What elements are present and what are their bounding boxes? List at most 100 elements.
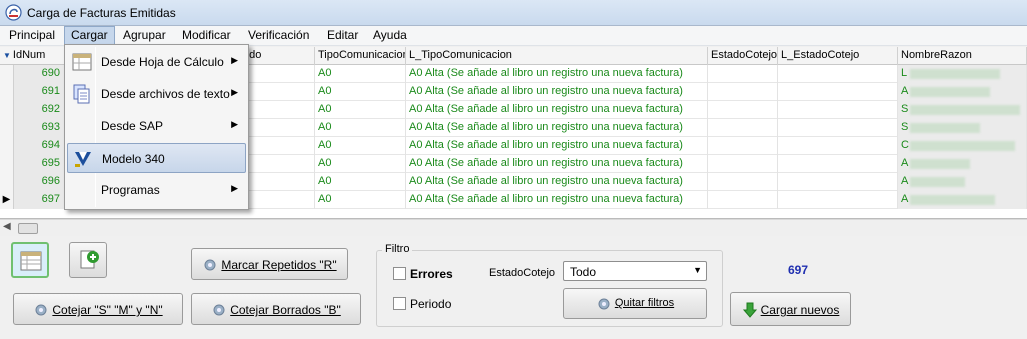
redacted-text bbox=[910, 141, 1015, 151]
row-selector-current[interactable]: ▶ bbox=[0, 191, 14, 209]
cell-l-estadocotejo bbox=[778, 83, 898, 101]
cotejar-borrados-button[interactable]: Cotejar Borrados "B" bbox=[191, 293, 361, 325]
spreadsheet-icon bbox=[20, 251, 42, 271]
column-header-idnum[interactable]: ▼ IdNum bbox=[0, 47, 65, 65]
cell-idnum: 694 bbox=[14, 137, 65, 155]
cell-nombrerazon: S bbox=[898, 101, 1027, 119]
estadocotejo-select[interactable]: Todo ▼ bbox=[563, 261, 707, 281]
cell-l-tipocomunicacion: A0 Alta (Se añade al libro un registro u… bbox=[406, 65, 708, 83]
cell-estadocotejo bbox=[708, 101, 778, 119]
row-selector[interactable] bbox=[0, 65, 14, 83]
cell-l-tipocomunicacion: A0 Alta (Se añade al libro un registro u… bbox=[406, 155, 708, 173]
row-selector[interactable] bbox=[0, 101, 14, 119]
cell-nombrerazon: C bbox=[898, 137, 1027, 155]
cell-l-tipocomunicacion: A0 Alta (Se añade al libro un registro u… bbox=[406, 101, 708, 119]
filter-group-title: Filtro bbox=[382, 243, 413, 255]
submenu-arrow-icon: ▶ bbox=[231, 119, 238, 129]
cell-nombrerazon: A bbox=[898, 155, 1027, 173]
app-logo-icon bbox=[5, 4, 22, 21]
gear-icon bbox=[213, 304, 225, 316]
scrollbar-thumb[interactable] bbox=[18, 223, 38, 234]
column-header-nombrerazon[interactable]: NombreRazon bbox=[898, 47, 1027, 65]
add-document-button[interactable] bbox=[69, 242, 107, 278]
cargar-dropdown-menu: Desde Hoja de Cálculo ▶ Desde archivos d… bbox=[64, 44, 249, 210]
bottom-panel: Marcar Repetidos "R" Cotejar "S" "M" y "… bbox=[0, 237, 1027, 339]
menu-cargar[interactable]: Cargar bbox=[64, 26, 115, 45]
row-selector[interactable] bbox=[0, 155, 14, 173]
cell-nombrerazon: A bbox=[898, 191, 1027, 209]
grid-view-button[interactable] bbox=[11, 242, 49, 278]
marcar-repetidos-button[interactable]: Marcar Repetidos "R" bbox=[191, 248, 348, 280]
errores-label: Errores bbox=[410, 267, 453, 281]
cell-tipocomunicacion: A0 bbox=[315, 101, 406, 119]
row-selector[interactable] bbox=[0, 83, 14, 101]
window-title: Carga de Facturas Emitidas bbox=[27, 6, 176, 20]
menu-agrupar[interactable]: Agrupar bbox=[117, 26, 172, 45]
cell-l-tipocomunicacion: A0 Alta (Se añade al libro un registro u… bbox=[406, 173, 708, 191]
cell-l-estadocotejo bbox=[778, 119, 898, 137]
column-header-estadocotejo[interactable]: EstadoCotejo bbox=[708, 47, 778, 65]
periodo-label: Periodo bbox=[410, 297, 452, 311]
row-selector[interactable] bbox=[0, 173, 14, 191]
menu-editar[interactable]: Editar bbox=[321, 26, 364, 45]
cell-idnum: 697 bbox=[14, 191, 65, 209]
menu-item-modelo-340[interactable]: Modelo 340 bbox=[67, 143, 246, 173]
cell-l-estadocotejo bbox=[778, 155, 898, 173]
cell-l-tipocomunicacion: A0 Alta (Se añade al libro un registro u… bbox=[406, 191, 708, 209]
menu-verificacion[interactable]: Verificación bbox=[242, 26, 315, 45]
estadocotejo-value: Todo bbox=[570, 265, 597, 279]
menu-principal[interactable]: Principal bbox=[3, 26, 61, 45]
menu-item-desde-archivos-texto[interactable]: Desde archivos de texto ▶ bbox=[67, 79, 246, 109]
gear-icon bbox=[204, 259, 216, 271]
chevron-down-icon: ▼ bbox=[693, 265, 702, 275]
menu-item-programas[interactable]: Programas ▶ bbox=[67, 175, 246, 205]
column-header-l-tipocomunicacion[interactable]: L_TipoComunicacion bbox=[406, 47, 708, 65]
title-bar: Carga de Facturas Emitidas bbox=[0, 0, 1027, 26]
menu-ayuda[interactable]: Ayuda bbox=[367, 26, 413, 45]
cell-l-estadocotejo bbox=[778, 137, 898, 155]
cell-nombrerazon: A bbox=[898, 173, 1027, 191]
cell-l-tipocomunicacion: A0 Alta (Se añade al libro un registro u… bbox=[406, 119, 708, 137]
cell-estadocotejo bbox=[708, 137, 778, 155]
cell-tipocomunicacion: A0 bbox=[315, 137, 406, 155]
sort-arrow-icon: ▼ bbox=[3, 51, 11, 60]
scroll-left-icon[interactable]: ◀ bbox=[3, 221, 11, 232]
download-arrow-icon bbox=[742, 302, 757, 318]
cargar-nuevos-button[interactable]: Cargar nuevos bbox=[730, 292, 851, 326]
redacted-text bbox=[910, 87, 990, 97]
redacted-text bbox=[910, 195, 995, 205]
cell-tipocomunicacion: A0 bbox=[315, 173, 406, 191]
cell-l-estadocotejo bbox=[778, 173, 898, 191]
cell-tipocomunicacion: A0 bbox=[315, 191, 406, 209]
row-selector[interactable] bbox=[0, 119, 14, 137]
cell-idnum: 692 bbox=[14, 101, 65, 119]
submenu-arrow-icon: ▶ bbox=[231, 55, 238, 65]
cell-estadocotejo bbox=[708, 155, 778, 173]
cell-estadocotejo bbox=[708, 119, 778, 137]
column-header-l-estadocotejo[interactable]: L_EstadoCotejo bbox=[778, 47, 898, 65]
cotejar-smn-button[interactable]: Cotejar "S" "M" y "N" bbox=[13, 293, 183, 325]
cell-l-estadocotejo bbox=[778, 191, 898, 209]
errores-checkbox[interactable] bbox=[393, 267, 406, 280]
cell-estadocotejo bbox=[708, 65, 778, 83]
periodo-checkbox[interactable] bbox=[393, 297, 406, 310]
horizontal-scrollbar[interactable]: ◀ bbox=[0, 219, 1027, 236]
redacted-text bbox=[910, 105, 1020, 115]
submenu-arrow-icon: ▶ bbox=[231, 87, 238, 97]
menu-item-desde-sap[interactable]: Desde SAP ▶ bbox=[67, 111, 246, 141]
redacted-text bbox=[910, 123, 980, 133]
quitar-filtros-button[interactable]: Quitar filtros bbox=[563, 288, 707, 319]
cell-idnum: 696 bbox=[14, 173, 65, 191]
cell-tipocomunicacion: A0 bbox=[315, 119, 406, 137]
cell-idnum: 690 bbox=[14, 65, 65, 83]
redacted-text bbox=[910, 69, 1000, 79]
cell-idnum: 693 bbox=[14, 119, 65, 137]
cell-tipocomunicacion: A0 bbox=[315, 65, 406, 83]
cell-nombrerazon: S bbox=[898, 119, 1027, 137]
menu-modificar[interactable]: Modificar bbox=[176, 26, 237, 45]
record-count: 697 bbox=[788, 263, 809, 277]
cell-estadocotejo bbox=[708, 173, 778, 191]
menu-item-desde-hoja-calculo[interactable]: Desde Hoja de Cálculo ▶ bbox=[67, 47, 246, 77]
row-selector[interactable] bbox=[0, 137, 14, 155]
column-header-tipocomunicacion[interactable]: TipoComunicacion bbox=[315, 47, 406, 65]
